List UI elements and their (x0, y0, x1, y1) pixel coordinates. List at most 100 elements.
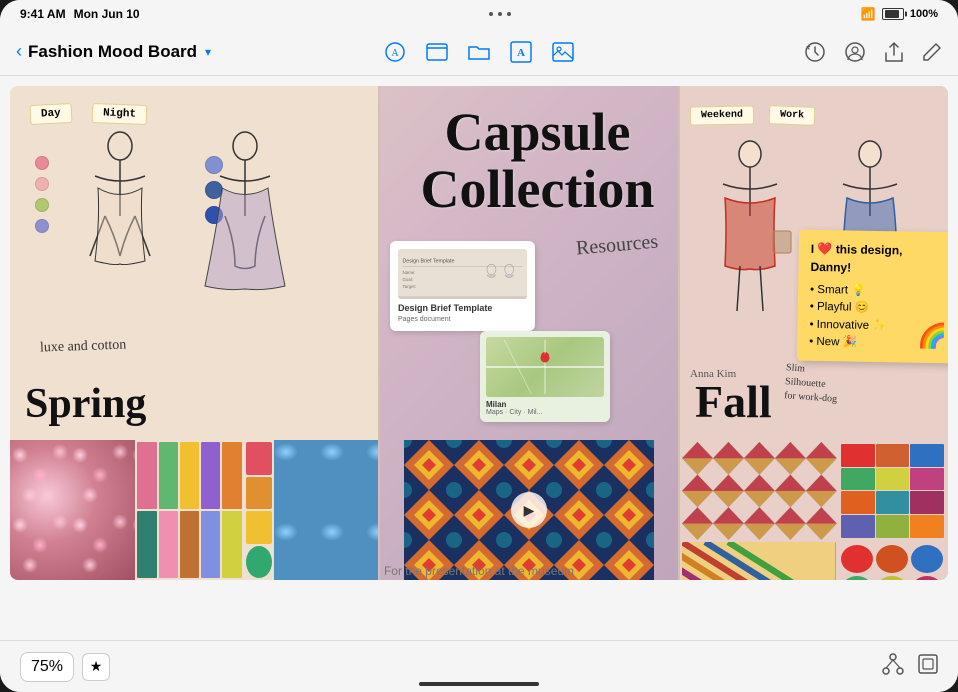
fabric-strips-row1 (137, 442, 241, 509)
status-bar-right: 📶 100% (861, 7, 938, 21)
status-bar-center (489, 12, 511, 16)
svg-text:Name:: Name: (402, 270, 415, 275)
svg-text:Target:: Target: (402, 284, 416, 289)
design-brief-subtitle: Pages document (398, 316, 527, 323)
edit-icon[interactable] (922, 42, 942, 62)
circled-a-icon[interactable]: A (384, 41, 406, 63)
collaborator-icon[interactable] (844, 41, 866, 63)
geometric-tile: ▶ (380, 440, 678, 580)
insert-image-icon[interactable] (552, 42, 574, 62)
canvas-area[interactable]: Day Night (0, 76, 958, 640)
sticky-line2: Danny! (810, 258, 946, 278)
canvas-caption: For the presentation at the museum (0, 564, 958, 578)
sticky-bullet-2: • Playful 😊 (810, 299, 946, 319)
small-swatch-1 (246, 442, 272, 475)
flowers-overlay (10, 440, 135, 580)
macarons-overlay (274, 440, 378, 580)
wifi-icon: 📶 (861, 7, 876, 21)
flowers-tile (10, 440, 135, 580)
status-date: Mon Jun 10 (74, 7, 140, 21)
strip-orange (222, 442, 241, 509)
ps-2 (876, 444, 910, 467)
svg-text:A: A (517, 47, 525, 59)
night-tag: Night (91, 103, 147, 125)
text-insert-icon[interactable]: A (510, 41, 532, 63)
spring-label: Spring (25, 383, 146, 425)
folder-icon[interactable] (468, 43, 490, 61)
dot-3 (507, 12, 511, 16)
zoom-control[interactable]: 75% (20, 652, 74, 682)
browser-icon[interactable] (426, 43, 448, 61)
bottom-left-controls: 75% ★ (20, 652, 110, 682)
ps-7 (841, 491, 875, 514)
svg-text:A: A (391, 48, 399, 59)
zoom-label: 75% (31, 658, 63, 676)
ps-3 (910, 444, 944, 467)
network-icon[interactable] (882, 653, 904, 680)
small-swatches-column (244, 440, 274, 580)
star-icon: ★ (90, 658, 103, 675)
ipad-frame: 9:41 AM Mon Jun 10 📶 100% (0, 0, 958, 692)
fashion-sketches (50, 126, 340, 336)
sticky-line1: I ❤️ this design, (811, 240, 947, 260)
resources-text: Resources (575, 230, 659, 260)
chevron-tile (682, 442, 837, 540)
map-roads-svg (486, 337, 604, 397)
design-brief-card[interactable]: Design Brief Template Name: Goal: Target… (390, 241, 535, 331)
nav-bar: ‹ Fashion Mood Board ▾ A (0, 28, 958, 76)
section-left: Day Night (10, 86, 380, 580)
strip-yellow (180, 442, 199, 509)
page-title: Fashion Mood Board (28, 42, 197, 62)
bottom-right-icons (882, 653, 938, 680)
history-icon[interactable] (804, 41, 826, 63)
swatch-pink (35, 156, 49, 170)
strip-purple (201, 442, 220, 509)
sticky-note[interactable]: I ❤️ this design, Danny! • Smart 💡 • Pla… (797, 230, 948, 364)
swatch-light-pink (35, 177, 49, 191)
chevron-left-icon: ‹ (16, 41, 22, 62)
view-square-icon[interactable] (918, 654, 938, 679)
favorites-star-button[interactable]: ★ (82, 653, 110, 681)
title-dropdown-icon[interactable]: ▾ (205, 45, 211, 59)
right-tiles-row1 (682, 442, 946, 540)
mood-board: Day Night (10, 86, 948, 580)
map-city-label: Milan (486, 400, 604, 409)
status-bar-left: 9:41 AM Mon Jun 10 (20, 7, 140, 21)
ps-10 (841, 515, 875, 538)
ps-6 (910, 468, 944, 491)
strip-red (137, 442, 156, 509)
svg-text:Goal:: Goal: (402, 277, 413, 282)
swatch-green (35, 198, 49, 212)
fall-label: Fall (695, 379, 772, 425)
left-bottom-tiles (10, 440, 378, 580)
fabric-strips-tile (135, 440, 243, 580)
status-time: 9:41 AM (20, 7, 66, 21)
map-card[interactable]: Milan Maps · City · Mil... (480, 331, 610, 422)
design-brief-title: Design Brief Template (398, 303, 527, 313)
fabric-label: luxe and cotton (40, 337, 127, 356)
ps-5 (876, 468, 910, 491)
battery-tip (905, 12, 907, 17)
dot-1 (489, 12, 493, 16)
battery-icon (882, 8, 904, 20)
strip-green (159, 442, 178, 509)
battery-percent: 100% (910, 8, 938, 20)
ipad-screen: 9:41 AM Mon Jun 10 📶 100% (0, 0, 958, 692)
dot-2 (498, 12, 502, 16)
ps-11 (876, 515, 910, 538)
share-icon[interactable] (884, 41, 904, 63)
play-button[interactable]: ▶ (511, 492, 547, 528)
slim-silhouette-text: SlimSilhouettefor work-dog (784, 361, 840, 407)
palette-squares (839, 442, 946, 540)
back-button[interactable]: ‹ (16, 41, 22, 62)
small-swatch-2 (246, 477, 272, 510)
right-bottom-tiles (680, 440, 948, 580)
day-tag: Day (30, 103, 73, 125)
nav-center-icons: A (325, 41, 634, 63)
map-bg (486, 337, 604, 397)
status-bar: 9:41 AM Mon Jun 10 📶 100% (0, 0, 958, 28)
day-night-tags: Day Night (30, 104, 147, 124)
swatch-purple (35, 219, 49, 233)
nav-left: ‹ Fashion Mood Board ▾ (16, 41, 325, 62)
nav-right-icons (633, 41, 942, 63)
